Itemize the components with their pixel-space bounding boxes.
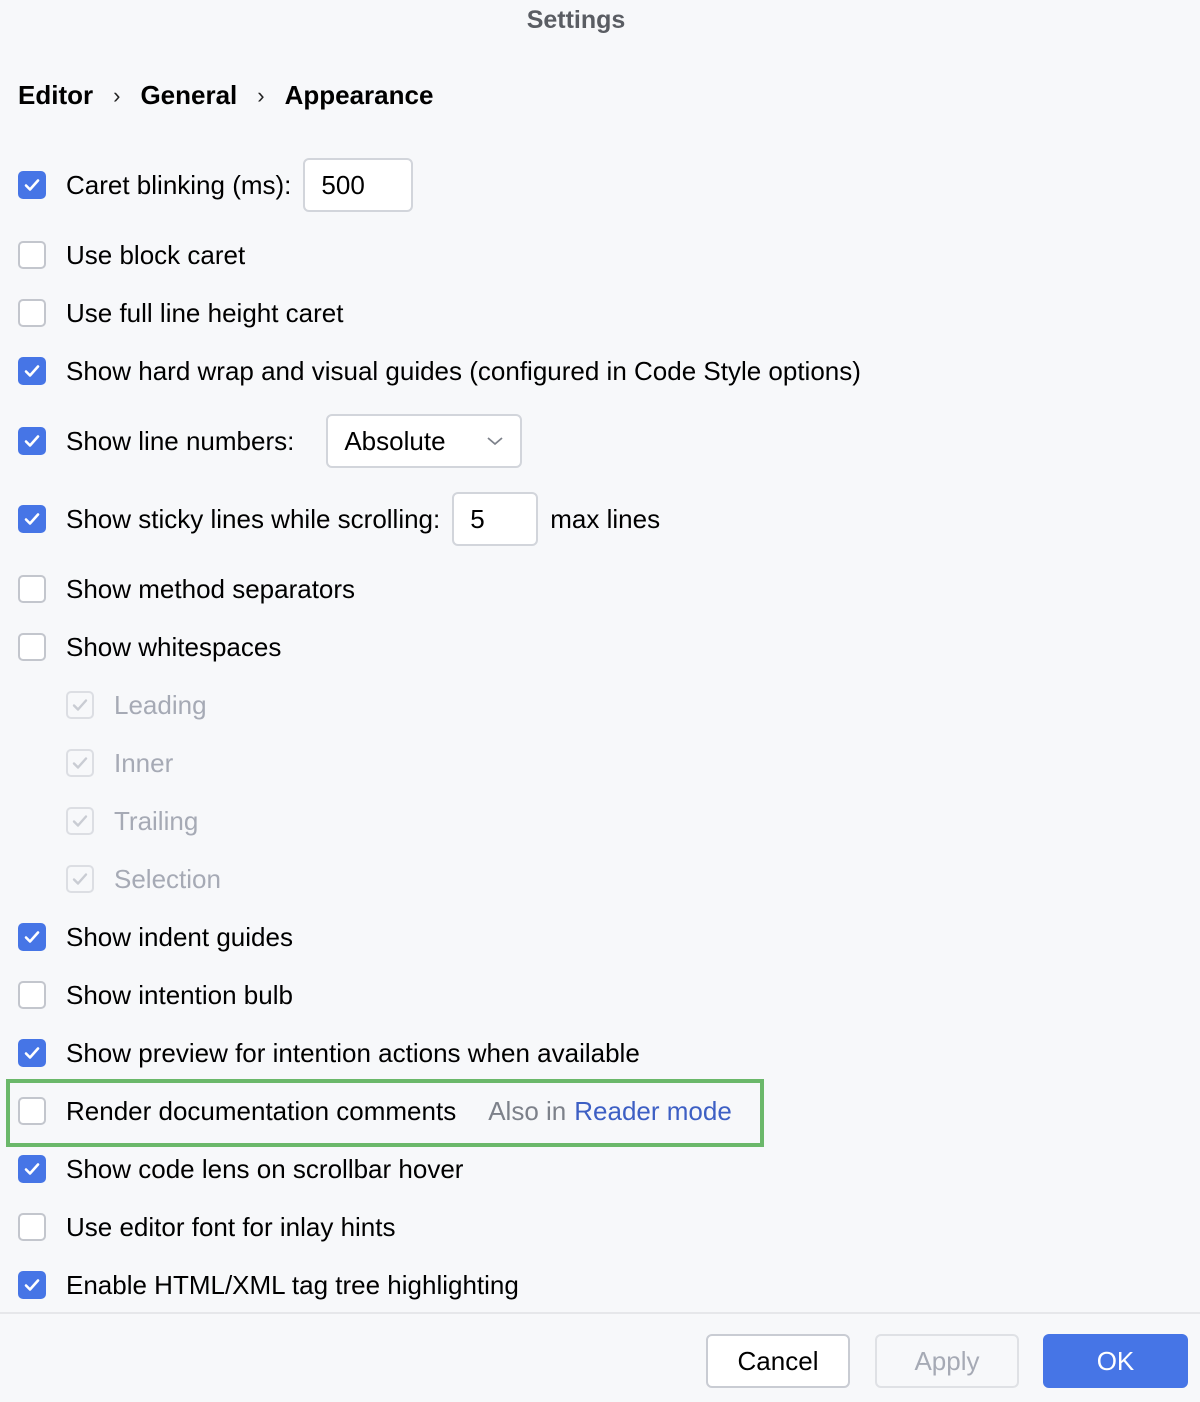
chevron-right-icon: › bbox=[257, 82, 265, 108]
tag-tree-checkbox[interactable] bbox=[18, 1271, 46, 1299]
sticky-lines-value: 5 bbox=[470, 503, 485, 534]
option-line-numbers: Show line numbers: Absolute bbox=[18, 414, 523, 468]
check-icon bbox=[72, 815, 88, 827]
option-ws-leading: Leading bbox=[66, 685, 207, 725]
caret-blinking-checkbox[interactable] bbox=[18, 171, 46, 199]
line-numbers-dropdown[interactable]: Absolute bbox=[326, 414, 523, 468]
ws-inner-checkbox[interactable] bbox=[66, 749, 94, 777]
hard-wrap-checkbox[interactable] bbox=[18, 357, 46, 385]
option-hard-wrap: Show hard wrap and visual guides (config… bbox=[18, 351, 861, 391]
option-ws-trailing: Trailing bbox=[66, 801, 198, 841]
intention-preview-checkbox[interactable] bbox=[18, 1039, 46, 1067]
full-line-caret-checkbox[interactable] bbox=[18, 299, 46, 327]
ws-inner-label: Inner bbox=[114, 747, 174, 778]
option-block-caret: Use block caret bbox=[18, 235, 245, 275]
breadcrumb-appearance: Appearance bbox=[284, 80, 434, 110]
check-icon bbox=[24, 1047, 40, 1059]
code-lens-label: Show code lens on scrollbar hover bbox=[66, 1153, 464, 1184]
option-render-docs: Render documentation comments Also in Re… bbox=[18, 1091, 732, 1131]
tag-tree-label: Enable HTML/XML tag tree highlighting bbox=[66, 1269, 519, 1300]
indent-guides-label: Show indent guides bbox=[66, 921, 293, 952]
breadcrumb: Editor › General › Appearance bbox=[18, 80, 433, 111]
block-caret-label: Use block caret bbox=[66, 239, 246, 270]
sticky-lines-label: Show sticky lines while scrolling: bbox=[66, 503, 441, 534]
option-sticky-lines: Show sticky lines while scrolling: 5 max… bbox=[18, 492, 661, 546]
option-full-line-caret: Use full line height caret bbox=[18, 293, 343, 333]
option-ws-inner: Inner bbox=[66, 743, 173, 783]
caret-blinking-input[interactable]: 500 bbox=[303, 158, 414, 212]
option-ws-selection: Selection bbox=[66, 859, 221, 899]
line-numbers-selected: Absolute bbox=[344, 425, 446, 456]
line-numbers-label: Show line numbers: bbox=[66, 425, 295, 456]
breadcrumb-general[interactable]: General bbox=[140, 80, 237, 111]
indent-guides-checkbox[interactable] bbox=[18, 923, 46, 951]
whitespaces-checkbox[interactable] bbox=[18, 633, 46, 661]
chevron-right-icon: › bbox=[113, 82, 121, 108]
check-icon bbox=[72, 699, 88, 711]
caret-blinking-value: 500 bbox=[321, 169, 365, 200]
sticky-lines-checkbox[interactable] bbox=[18, 505, 46, 533]
breadcrumb-editor[interactable]: Editor bbox=[18, 80, 93, 111]
chevron-down-icon bbox=[487, 437, 503, 446]
apply-button[interactable]: Apply bbox=[875, 1334, 1019, 1388]
ws-leading-checkbox[interactable] bbox=[66, 691, 94, 719]
ws-selection-label: Selection bbox=[114, 863, 221, 894]
method-separators-checkbox[interactable] bbox=[18, 575, 46, 603]
intention-bulb-checkbox[interactable] bbox=[18, 981, 46, 1009]
render-docs-hint: Also in bbox=[488, 1095, 567, 1126]
ok-button[interactable]: OK bbox=[1043, 1334, 1188, 1388]
ws-selection-checkbox[interactable] bbox=[66, 865, 94, 893]
check-icon bbox=[24, 179, 40, 191]
check-icon bbox=[24, 1163, 40, 1175]
option-intention-preview: Show preview for intention actions when … bbox=[18, 1033, 640, 1073]
check-icon bbox=[24, 1279, 40, 1291]
option-indent-guides: Show indent guides bbox=[18, 917, 293, 957]
line-numbers-checkbox[interactable] bbox=[18, 427, 46, 455]
check-icon bbox=[24, 435, 40, 447]
option-tag-tree: Enable HTML/XML tag tree highlighting bbox=[18, 1265, 519, 1305]
option-code-lens: Show code lens on scrollbar hover bbox=[18, 1149, 463, 1189]
ws-leading-label: Leading bbox=[114, 689, 207, 720]
full-line-caret-label: Use full line height caret bbox=[66, 297, 344, 328]
sticky-lines-input[interactable]: 5 bbox=[452, 492, 539, 546]
reader-mode-link[interactable]: Reader mode bbox=[574, 1096, 732, 1127]
option-editor-font-hints: Use editor font for inlay hints bbox=[18, 1207, 396, 1247]
sticky-lines-suffix: max lines bbox=[550, 503, 661, 534]
option-whitespaces: Show whitespaces bbox=[18, 627, 281, 667]
check-icon bbox=[24, 931, 40, 943]
check-icon bbox=[24, 365, 40, 377]
hard-wrap-label: Show hard wrap and visual guides (config… bbox=[66, 355, 861, 386]
check-icon bbox=[72, 873, 88, 885]
option-caret-blinking: Caret blinking (ms): 500 bbox=[18, 158, 414, 212]
option-method-separators: Show method separators bbox=[18, 569, 355, 609]
editor-font-hints-checkbox[interactable] bbox=[18, 1213, 46, 1241]
caret-blinking-label: Caret blinking (ms): bbox=[66, 169, 292, 200]
check-icon bbox=[24, 513, 40, 525]
dialog-footer: Cancel Apply OK bbox=[0, 1312, 1200, 1402]
intention-bulb-label: Show intention bulb bbox=[66, 979, 293, 1010]
code-lens-checkbox[interactable] bbox=[18, 1155, 46, 1183]
whitespaces-label: Show whitespaces bbox=[66, 631, 282, 662]
render-docs-checkbox[interactable] bbox=[18, 1097, 46, 1125]
check-icon bbox=[72, 757, 88, 769]
ws-trailing-label: Trailing bbox=[114, 805, 199, 836]
window-title: Settings bbox=[526, 6, 626, 34]
render-docs-label: Render documentation comments bbox=[66, 1095, 457, 1126]
option-intention-bulb: Show intention bulb bbox=[18, 975, 293, 1015]
intention-preview-label: Show preview for intention actions when … bbox=[66, 1037, 640, 1068]
editor-font-hints-label: Use editor font for inlay hints bbox=[66, 1211, 396, 1242]
block-caret-checkbox[interactable] bbox=[18, 241, 46, 269]
ws-trailing-checkbox[interactable] bbox=[66, 807, 94, 835]
method-separators-label: Show method separators bbox=[66, 573, 356, 604]
cancel-button[interactable]: Cancel bbox=[706, 1334, 850, 1388]
